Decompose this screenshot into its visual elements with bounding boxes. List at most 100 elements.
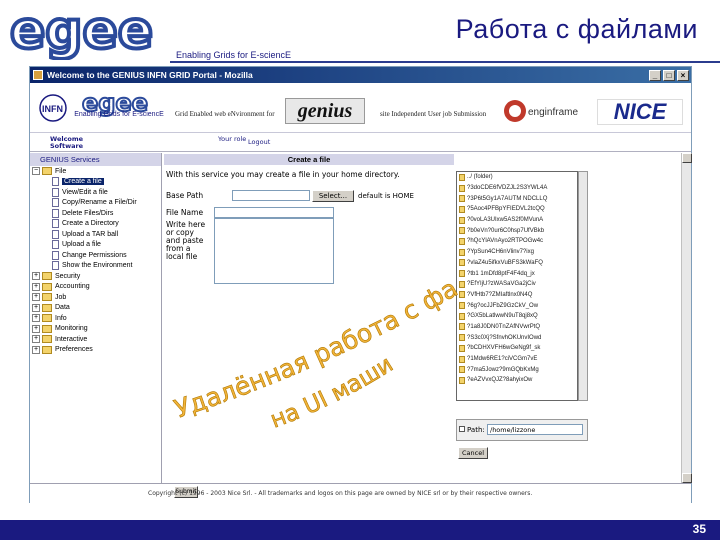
file-icon <box>52 187 59 197</box>
file-chooser-item[interactable]: ?1Mdw6RE1?ciVCGm7vE <box>457 354 577 365</box>
sidebar-item[interactable]: − File <box>30 166 161 177</box>
collapse-icon[interactable]: − <box>32 167 40 176</box>
sidebar-item[interactable]: Delete Files/Dirs <box>30 208 161 219</box>
genius-logo: genius <box>285 98 365 124</box>
sidebar-item-label: File <box>55 167 67 175</box>
form-intro: With this service you may create a file … <box>166 170 400 179</box>
file-chooser-scrollbar[interactable] <box>578 171 588 401</box>
scroll-up-icon[interactable] <box>682 153 692 163</box>
sidebar-item[interactable]: Change Permissions <box>30 250 161 261</box>
file-chooser-item[interactable]: ?GX5bLatlwwN9uT8qj8xQ <box>457 311 577 322</box>
sidebar-item-label: Info <box>55 314 67 322</box>
file-chooser-item[interactable]: ?6g?ocJJFbZ9GzCkV_Ow <box>457 300 577 311</box>
sidebar-item-label: Copy/Rename a File/Dir <box>62 199 137 207</box>
sidebar-item[interactable]: + Job <box>30 292 161 303</box>
close-icon[interactable]: × <box>677 69 689 81</box>
expand-icon[interactable]: + <box>32 324 40 333</box>
file-icon <box>459 312 465 320</box>
sidebar-item[interactable]: + Preferences <box>30 345 161 356</box>
file-icon <box>459 184 465 192</box>
file-chooser-item[interactable]: ?b0eVn?0ur6C0hsp7UfVBkb <box>457 225 577 236</box>
file-chooser-item[interactable]: ?7ma5Jowz?9mGQbKxMg <box>457 364 577 375</box>
file-chooser-item-label: ?3doCDE6fVDZJL2S3YWL4A <box>467 185 548 192</box>
folder-icon <box>42 345 52 354</box>
file-chooser-item[interactable]: ?S3c0Xj?SfnvhOKUnvIOwd <box>457 332 577 343</box>
file-icon <box>52 229 59 239</box>
expand-icon[interactable]: + <box>32 282 40 291</box>
expand-icon[interactable]: + <box>32 272 40 281</box>
sidebar-item[interactable]: Create a Directory <box>30 219 161 230</box>
file-icon <box>459 376 465 384</box>
sidebar-item[interactable]: Upload a TAR ball <box>30 229 161 240</box>
file-chooser-item[interactable]: ?eAZVvxQJZ?8ahyixOw <box>457 375 577 386</box>
expand-icon[interactable]: + <box>32 303 40 312</box>
sidebar-item[interactable]: + Data <box>30 303 161 314</box>
sidebar-item-label: View/Edit a file <box>62 188 108 196</box>
file-icon <box>459 237 465 245</box>
window-titlebar[interactable]: Welcome to the GENIUS INFN GRID Portal -… <box>30 67 691 83</box>
file-chooser-item-label: ?b0eVn?0ur6C0hsp7UfVBkb <box>467 227 545 234</box>
file-chooser-item-label: ?YpSun4CH6nVlinv7?ixg <box>467 249 534 256</box>
expand-icon[interactable]: + <box>32 335 40 344</box>
file-chooser-item[interactable]: ?3P6t5Gy1A7AUTM NDCLLQ <box>457 193 577 204</box>
egee-small-subtitle: Enabling Grids for E-sciencE <box>74 111 164 118</box>
file-chooser-item[interactable]: ?3doCDE6fVDZJL2S3YWL4A <box>457 183 577 194</box>
sidebar-item[interactable]: + Security <box>30 271 161 282</box>
sidebar-header: GENIUS Services <box>30 153 161 166</box>
sidebar-item[interactable]: Show the Environment <box>30 261 161 272</box>
sidebar-item[interactable]: + Info <box>30 313 161 324</box>
file-chooser-item[interactable]: ?YpSun4CH6nVlinv7?ixg <box>457 247 577 258</box>
file-chooser-item-label: ?VfHtb7?ZMIaftlnx0N4Q <box>467 291 533 298</box>
file-chooser-item[interactable]: ?1a8J0DN0TnZAfNVwrPtQ <box>457 322 577 333</box>
minimize-icon[interactable]: _ <box>649 69 661 81</box>
file-icon <box>459 205 465 213</box>
file-chooser-item[interactable]: ?VfHtb7?ZMIaftlnx0N4Q <box>457 290 577 301</box>
file-icon <box>459 344 465 352</box>
file-chooser-item[interactable]: ?tb1 1mDfd8ptF4F4dq_jx <box>457 268 577 279</box>
file-chooser-item[interactable]: ?5Aoc4PFBpYFIEDVL2tcQQ <box>457 204 577 215</box>
sidebar-item-label: Preferences <box>55 346 93 354</box>
nav-your-role[interactable]: Your role <box>218 136 246 143</box>
path-input[interactable]: /home/lizzone <box>487 424 583 435</box>
sidebar-item[interactable]: Copy/Rename a File/Dir <box>30 198 161 209</box>
sidebar-item-label: Interactive <box>55 335 88 343</box>
sidebar-item[interactable]: Create a file <box>30 177 161 188</box>
content-textarea[interactable] <box>214 218 334 284</box>
sidebar-item-label: Change Permissions <box>62 251 127 259</box>
file-chooser-list[interactable]: ../ (folder) ?3doCDE6fVDZJL2S3YWL4A ?3P6t5… <box>456 171 578 401</box>
maximize-icon[interactable]: □ <box>663 69 675 81</box>
cancel-button[interactable]: Cancel <box>458 447 488 459</box>
file-chooser-item-label: ?bCDHXVFH6wGeNg9f_sk <box>467 345 541 352</box>
path-checkbox[interactable] <box>459 426 465 432</box>
footer-ribbon <box>0 520 720 540</box>
sidebar-item[interactable]: + Accounting <box>30 282 161 293</box>
file-chooser-item[interactable]: ?bCDHXVFH6wGeNg9f_sk <box>457 343 577 354</box>
filename-input[interactable] <box>214 207 334 218</box>
scroll-down-icon[interactable] <box>682 473 692 483</box>
file-icon <box>459 259 465 267</box>
file-chooser-item-label: ?tb1 1mDfd8ptF4F4dq_jx <box>467 270 535 277</box>
infn-logo: INFN <box>39 94 67 122</box>
services-sidebar: GENIUS Services − File Create a file View/E… <box>30 153 162 483</box>
file-chooser-item[interactable]: ?EfYIjU?zWASaVGa2jCiv <box>457 279 577 290</box>
sidebar-item[interactable]: Upload a file <box>30 240 161 251</box>
file-icon <box>459 366 465 374</box>
expand-icon[interactable]: + <box>32 293 40 302</box>
page-scrollbar[interactable] <box>681 153 692 483</box>
sidebar-item[interactable]: View/Edit a file <box>30 187 161 198</box>
nav-welcome[interactable]: Welcome Software <box>50 136 94 150</box>
file-chooser-item[interactable]: ?hQcYlAVnAyo2RTPOGw4c <box>457 236 577 247</box>
sidebar-item[interactable]: + Monitoring <box>30 324 161 335</box>
expand-icon[interactable]: + <box>32 345 40 354</box>
slide-footer: 35 <box>0 514 720 540</box>
folder-icon <box>42 303 52 312</box>
select-button[interactable]: Select... <box>312 190 354 202</box>
sidebar-item[interactable]: + Interactive <box>30 334 161 345</box>
base-path-input[interactable] <box>232 190 310 201</box>
file-chooser-item[interactable]: ../ (folder) <box>457 172 577 183</box>
copyright-text: Copyright (c) 1996 - 2003 Nice Srl. - Al… <box>148 490 533 497</box>
nav-logout[interactable]: Logout <box>248 139 270 146</box>
file-chooser-item[interactable]: ?0voLA3UIxw5AS2f0MVunA <box>457 215 577 226</box>
expand-icon[interactable]: + <box>32 314 40 323</box>
file-chooser-item[interactable]: ?vlaZ4u5ifkxVuBFS3kWaFQ <box>457 258 577 269</box>
